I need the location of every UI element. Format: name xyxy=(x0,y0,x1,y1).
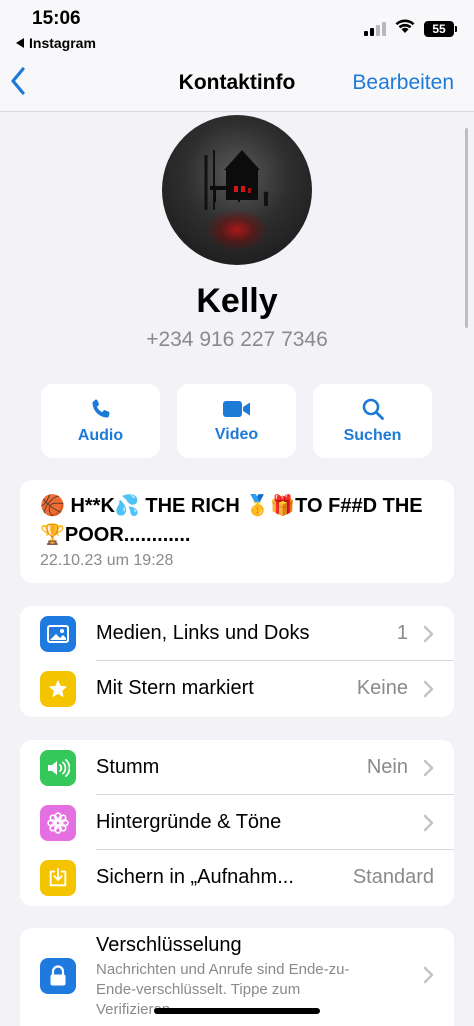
chevron-right-icon xyxy=(423,966,434,984)
phone-icon xyxy=(89,397,113,421)
audio-call-button[interactable]: Audio xyxy=(41,384,160,458)
status-icons: 55 xyxy=(364,18,457,39)
video-label: Video xyxy=(214,426,259,443)
about-date: 22.10.23 um 19:28 xyxy=(40,552,174,569)
save-label: Sichern in „Aufnahm... xyxy=(96,866,294,888)
chevron-right-icon xyxy=(423,625,434,642)
encryption-title: Verschlüsselung xyxy=(96,934,242,956)
action-buttons: Audio Video Suchen xyxy=(41,384,432,458)
wallpaper-sound-row[interactable]: Hintergründe & Töne xyxy=(20,795,454,850)
back-app-label: Instagram xyxy=(29,35,96,51)
photo-icon xyxy=(40,615,76,652)
settings-group: Stumm Nein Hintergründe & Töne Sichern i… xyxy=(20,740,454,906)
wallpaper-label: Hintergründe & Töne xyxy=(96,811,282,833)
mute-label: Stumm xyxy=(96,756,160,778)
star-icon xyxy=(40,670,76,707)
save-value: Standard xyxy=(352,866,434,888)
mute-row[interactable]: Stumm Nein xyxy=(20,740,454,795)
audio-label: Audio xyxy=(77,427,124,444)
media-links-docs-row[interactable]: Medien, Links und Doks 1 xyxy=(20,606,454,661)
starred-label: Mit Stern markiert xyxy=(96,677,254,699)
chevron-right-icon xyxy=(423,759,434,776)
starred-row[interactable]: Mit Stern markiert Keine xyxy=(20,661,454,716)
home-indicator[interactable] xyxy=(154,1008,320,1014)
speaker-icon xyxy=(40,749,76,786)
contact-phone[interactable]: +234 916 227 7346 xyxy=(0,328,474,352)
chevron-right-icon xyxy=(423,680,434,697)
back-to-app-link[interactable]: Instagram xyxy=(16,35,96,51)
media-count: 1 xyxy=(396,622,408,644)
battery-icon: 55 xyxy=(424,20,457,37)
save-icon xyxy=(40,859,76,896)
about-text: 🏀 H**K💦 THE RICH 🥇🎁TO F##D THE 🏆POOR....… xyxy=(40,495,423,546)
flower-icon xyxy=(40,804,76,841)
video-icon xyxy=(222,398,252,420)
red-glow xyxy=(207,210,267,250)
chevron-right-icon xyxy=(423,814,434,831)
starred-value: Keine xyxy=(356,677,408,699)
wifi-icon xyxy=(394,18,416,39)
status-time: 15:06 xyxy=(32,8,81,29)
media-starred-group: Medien, Links und Doks 1 Mit Stern marki… xyxy=(20,606,454,717)
avatar[interactable] xyxy=(162,115,312,265)
save-to-photos-row[interactable]: Sichern in „Aufnahm... Standard xyxy=(20,850,454,905)
edit-button[interactable]: Bearbeiten xyxy=(352,71,454,95)
search-label: Suchen xyxy=(343,427,402,444)
search-button[interactable]: Suchen xyxy=(313,384,432,458)
mute-value: Nein xyxy=(366,756,408,778)
status-bar: 15:06 Instagram 55 xyxy=(0,0,474,56)
lock-icon xyxy=(40,958,76,994)
cellular-signal-icon xyxy=(364,21,386,36)
back-triangle-icon xyxy=(16,35,25,51)
contact-name: Kelly xyxy=(196,282,278,320)
media-label: Medien, Links und Doks xyxy=(96,622,310,644)
navigation-bar: Kontaktinfo Bearbeiten xyxy=(0,56,474,112)
search-icon xyxy=(361,397,385,421)
about-card[interactable]: 🏀 H**K💦 THE RICH 🥇🎁TO F##D THE 🏆POOR....… xyxy=(20,480,454,583)
house-silhouette-icon xyxy=(204,150,269,210)
video-call-button[interactable]: Video xyxy=(177,384,296,458)
